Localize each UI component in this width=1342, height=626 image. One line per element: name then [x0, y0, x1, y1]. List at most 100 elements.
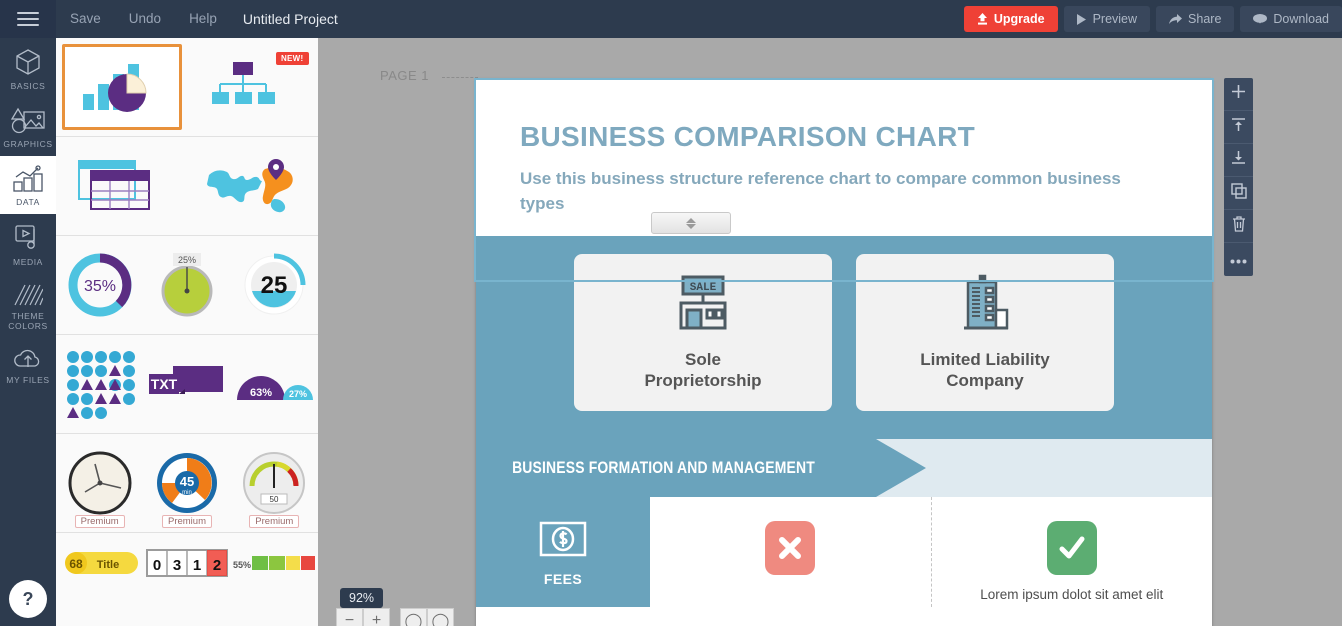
sidebar-item-label: THEME COLORS [8, 311, 48, 331]
share-arrow-icon [1169, 13, 1183, 25]
card-label: Sole Proprietorship [644, 350, 762, 390]
page-title: BUSINESS COMPARISON CHART [520, 121, 976, 152]
sidebar-item-data[interactable]: DATA [0, 156, 56, 214]
badge-premium: Premium [249, 515, 300, 528]
zoom-in-button[interactable]: + [363, 608, 390, 626]
align-down-icon [1231, 150, 1246, 170]
fees-cell-text: Lorem ipsum dolot sit amet elit [980, 587, 1164, 602]
template-clock[interactable]: Premium [57, 440, 142, 528]
svg-text:55%: 55% [233, 560, 251, 570]
duplicate-block-button[interactable] [1224, 177, 1253, 210]
move-up-button[interactable] [1224, 111, 1253, 144]
sidebar-item-theme-colors[interactable]: THEME COLORS [0, 274, 56, 338]
resize-handle[interactable] [651, 212, 731, 234]
storefront-sale-icon: SALE [671, 274, 735, 337]
page-dash-line [442, 77, 478, 78]
template-speedometer[interactable]: 50 Premium [232, 440, 317, 528]
fees-row: FEES Lorem ipsum dolot sit amet elit [476, 497, 1212, 607]
text-banner-thumb: TXT [148, 366, 223, 394]
template-map[interactable] [193, 143, 313, 229]
table-thumb [77, 160, 150, 210]
document-header[interactable]: BUSINESS COMPARISON CHART Use this busin… [476, 80, 1212, 236]
segment-bar-thumb: 55% [233, 556, 316, 570]
svg-text:68: 68 [69, 557, 83, 571]
hamburger-menu-button[interactable] [0, 0, 56, 38]
zoom-out-button[interactable]: − [336, 608, 363, 626]
template-pictorial[interactable] [57, 341, 142, 427]
svg-text:1: 1 [193, 557, 201, 574]
template-fill[interactable]: 25 [232, 242, 317, 328]
hamburger-icon [17, 11, 39, 27]
x-mark-icon [765, 521, 816, 575]
fees-cell-llc[interactable]: Lorem ipsum dolot sit amet elit [930, 497, 1212, 607]
help-button[interactable]: ? [9, 580, 47, 618]
svg-text:63%: 63% [250, 387, 272, 399]
template-row: 68 Title 0 3 1 2 55% [56, 533, 318, 593]
project-title[interactable]: Untitled Project [231, 0, 350, 38]
template-segment-bar[interactable]: 55% [232, 539, 317, 587]
odometer-thumb: 0 3 1 2 [145, 549, 228, 577]
sidebar-item-media[interactable]: MEDIA [0, 214, 56, 274]
sidebar-item-graphics[interactable]: GRAPHICS [0, 98, 56, 156]
template-number-title[interactable]: 68 Title [57, 539, 142, 587]
play-icon [1076, 13, 1087, 25]
svg-text:45: 45 [180, 474, 194, 489]
zoom-actual-button[interactable]: ◯ [427, 608, 454, 626]
cube-icon [0, 47, 56, 77]
panel-scrollbar[interactable] [318, 38, 326, 626]
sidebar-item-label: MY FILES [6, 375, 50, 385]
svg-text:27%: 27% [289, 389, 307, 399]
banner-label: BUSINESS FORMATION AND MANAGEMENT [512, 458, 815, 477]
zoom-fit-button[interactable]: ◯ [400, 608, 427, 626]
card-limited-liability-company[interactable]: Limited Liability Company [856, 254, 1114, 411]
video-music-icon [0, 223, 56, 253]
upgrade-button[interactable]: Upgrade [963, 6, 1058, 32]
document-canvas[interactable]: BUSINESS COMPARISON CHART Use this busin… [476, 80, 1212, 626]
more-options-button[interactable] [1224, 243, 1253, 276]
template-org-chart[interactable]: NEW! [193, 44, 313, 130]
up-arrow-icon [977, 13, 988, 25]
bar-chart-icon [0, 165, 56, 193]
badge-premium: Premium [161, 515, 212, 528]
svg-text:TXT: TXT [151, 376, 178, 392]
check-mark-icon [1046, 521, 1097, 575]
move-down-button[interactable] [1224, 144, 1253, 177]
share-button[interactable]: Share [1156, 6, 1235, 32]
align-up-icon [1231, 117, 1246, 137]
template-list: NEW! 35% 25% 25 TXT 63% 27% Premium 45 m… [56, 38, 318, 626]
template-timer[interactable]: 45 min Premium [144, 440, 229, 528]
template-charts[interactable] [61, 44, 182, 130]
template-table[interactable] [62, 143, 182, 229]
sidebar-item-label: MEDIA [13, 257, 43, 267]
pie-gauge-thumb: 25% [161, 253, 213, 317]
sidebar-item-basics[interactable]: BASICS [0, 38, 56, 98]
badge-new: NEW! [275, 52, 309, 65]
template-panel: NEW! 35% 25% 25 TXT 63% 27% Premium 45 m… [56, 38, 326, 626]
template-gauge[interactable]: 25% [144, 242, 229, 328]
svg-text:SALE: SALE [690, 282, 717, 294]
zoom-controls: − + ◯ ◯ [336, 608, 454, 626]
menu-item-undo[interactable]: Undo [115, 0, 175, 38]
add-block-button[interactable] [1224, 78, 1253, 111]
card-sole-proprietorship[interactable]: SALE Sole Proprietorship [574, 254, 832, 411]
delete-block-button[interactable] [1224, 210, 1253, 243]
svg-text:3: 3 [173, 557, 181, 574]
template-donut[interactable]: 35% [57, 242, 142, 328]
svg-text:25%: 25% [178, 255, 196, 265]
svg-text:min: min [182, 490, 192, 496]
menu-item-help[interactable]: Help [175, 0, 231, 38]
svg-text:2: 2 [213, 557, 221, 574]
template-half-donut[interactable]: 63% 27% [232, 341, 317, 427]
top-bar-actions: Upgrade Preview Share Download [963, 0, 1342, 38]
cloud-upload-icon [0, 347, 56, 371]
section-banner[interactable]: BUSINESS FORMATION AND MANAGEMENT [476, 439, 1212, 497]
template-text-banner[interactable]: TXT [144, 341, 229, 427]
svg-text:Title: Title [96, 559, 118, 571]
download-button[interactable]: Download [1240, 6, 1342, 32]
menu-item-save[interactable]: Save [56, 0, 115, 38]
template-odometer[interactable]: 0 3 1 2 [144, 539, 229, 587]
fees-cell-sole[interactable] [650, 497, 931, 607]
preview-button[interactable]: Preview [1063, 6, 1151, 32]
sidebar-item-my-files[interactable]: MY FILES [0, 338, 56, 392]
world-map-thumb [206, 159, 293, 213]
